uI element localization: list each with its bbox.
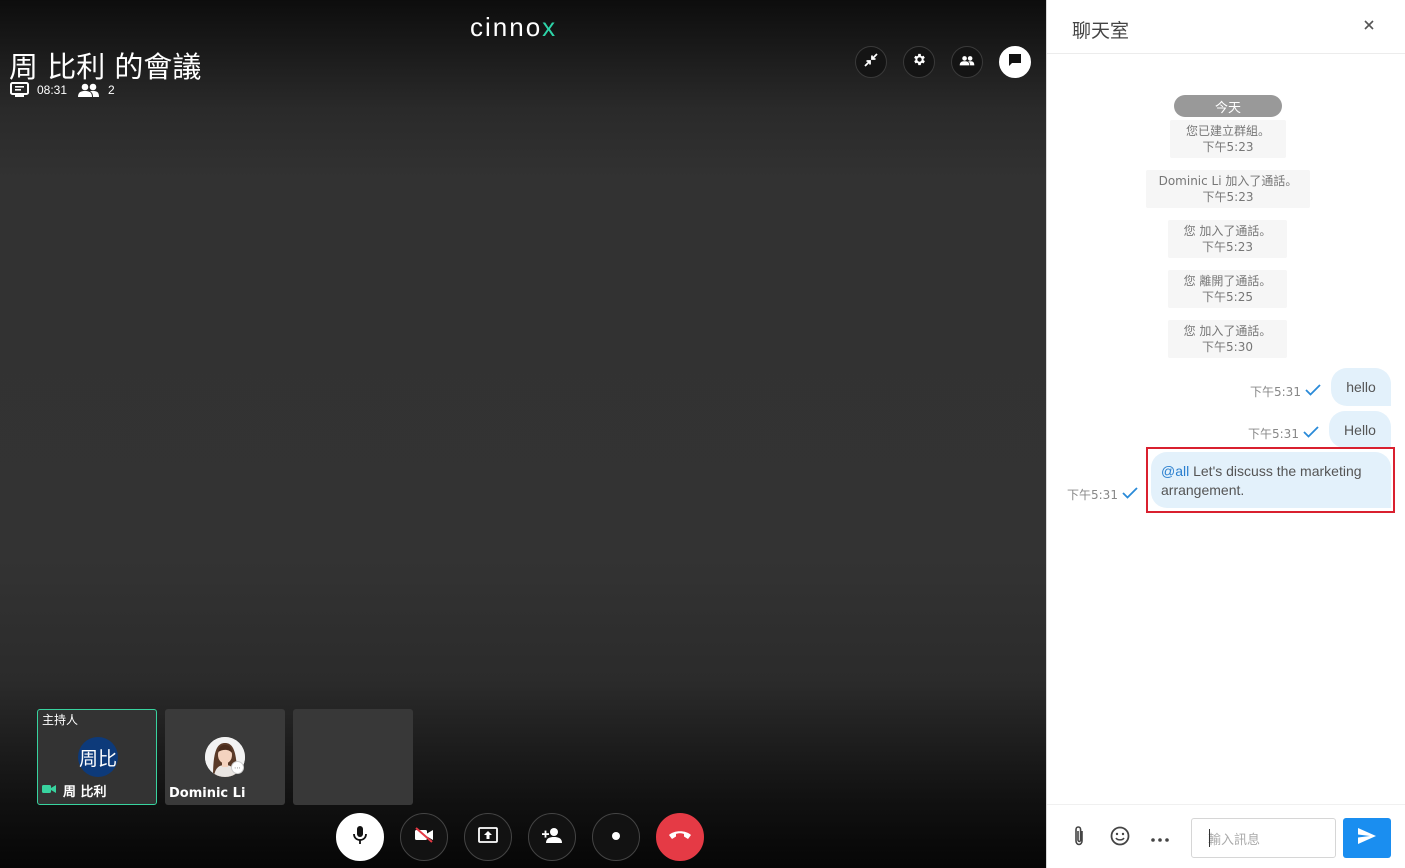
emoji-button[interactable] bbox=[1109, 826, 1131, 851]
meeting-duration: 08:31 bbox=[37, 83, 68, 97]
checkmark-icon bbox=[1299, 426, 1319, 441]
system-message: 您 離開了通話。 下午5:25 bbox=[1168, 270, 1287, 308]
send-icon bbox=[1357, 827, 1377, 850]
logo-accent: x bbox=[542, 12, 558, 42]
attach-button[interactable] bbox=[1068, 825, 1090, 852]
close-chat-button[interactable] bbox=[1361, 17, 1377, 33]
system-message-time: 下午5:30 bbox=[1202, 340, 1253, 354]
people-icon bbox=[959, 53, 975, 71]
add-participant-button[interactable] bbox=[528, 813, 576, 861]
system-message-text: 您已建立群組。 bbox=[1185, 124, 1270, 138]
settings-button[interactable] bbox=[903, 46, 935, 78]
logo-text: cinno bbox=[470, 12, 543, 42]
participant-tile[interactable]: ⋯ Dominic Li bbox=[165, 709, 285, 805]
checkmark-icon bbox=[1118, 487, 1138, 502]
message-time-text: 下午5:31 bbox=[1067, 488, 1118, 502]
video-toggle-button[interactable] bbox=[400, 813, 448, 861]
system-message: 您已建立群組。 下午5:23 bbox=[1170, 120, 1286, 158]
smiley-icon bbox=[1110, 826, 1130, 851]
participant-name: Dominic Li bbox=[169, 786, 246, 801]
microphone-icon bbox=[352, 825, 368, 850]
system-message-text: Dominic Li 加入了通話。 bbox=[1158, 174, 1298, 188]
video-camera-icon bbox=[42, 783, 56, 798]
app: cinnox 周 比利 的會議 08:31 2 主持人 周比 周 比利 ⋯ Do… bbox=[0, 0, 1405, 868]
meeting-title: 周 比利 的會議 bbox=[9, 50, 202, 84]
hang-up-button[interactable] bbox=[656, 813, 704, 861]
checkmark-icon bbox=[1301, 384, 1321, 399]
mute-button[interactable] bbox=[336, 813, 384, 861]
more-options-button[interactable] bbox=[1149, 827, 1171, 849]
meeting-meta: 08:31 2 bbox=[10, 82, 115, 98]
host-label: 主持人 bbox=[42, 713, 79, 727]
system-message-time: 下午5:23 bbox=[1202, 240, 1253, 254]
paperclip-icon bbox=[1072, 825, 1086, 852]
message-bubble: Hello bbox=[1329, 411, 1391, 448]
message-input-placeholder: 輸入訊息 bbox=[1208, 833, 1261, 848]
message-bubble: hello bbox=[1331, 368, 1391, 406]
system-message-text: 您 加入了通話。 bbox=[1183, 324, 1272, 338]
text-caret bbox=[1209, 829, 1210, 847]
system-message: 您 加入了通話。 下午5:30 bbox=[1168, 320, 1287, 358]
collapse-arrows-icon bbox=[864, 52, 878, 72]
participant-tile-host[interactable]: 主持人 周比 周 比利 bbox=[37, 709, 157, 805]
avatar: 周比 bbox=[78, 737, 118, 777]
participants-button[interactable] bbox=[951, 46, 983, 78]
send-button[interactable] bbox=[1343, 818, 1391, 858]
minimize-button[interactable] bbox=[855, 46, 887, 78]
record-button[interactable] bbox=[592, 813, 640, 861]
day-separator: 今天 bbox=[1174, 95, 1282, 117]
record-icon bbox=[611, 828, 621, 846]
participant-name-text: 周 比利 bbox=[63, 785, 107, 800]
chat-bubble-icon bbox=[1008, 53, 1022, 72]
message-time-text: 下午5:31 bbox=[1250, 385, 1301, 399]
system-message-time: 下午5:25 bbox=[1202, 290, 1253, 304]
screen-share-icon bbox=[10, 82, 29, 98]
chat-header: 聊天室 bbox=[1047, 0, 1405, 54]
logo: cinnox bbox=[470, 12, 574, 42]
participant-name: 周 比利 bbox=[42, 781, 107, 800]
video-off-icon bbox=[414, 826, 434, 848]
message-composer: 輸入訊息 bbox=[1047, 804, 1405, 868]
message-timestamp: 下午5:31 bbox=[1248, 425, 1319, 442]
message-timestamp: 下午5:31 bbox=[1067, 486, 1138, 503]
chat-toggle-button[interactable] bbox=[999, 46, 1031, 78]
system-message-time: 下午5:23 bbox=[1202, 190, 1254, 204]
close-icon bbox=[1361, 20, 1377, 37]
participant-tile-empty bbox=[293, 709, 413, 805]
message-timestamp: 下午5:31 bbox=[1250, 383, 1321, 400]
gear-icon bbox=[912, 52, 927, 72]
message-input[interactable]: 輸入訊息 bbox=[1191, 818, 1336, 858]
system-message: Dominic Li 加入了通話。 下午5:23 bbox=[1146, 170, 1310, 208]
people-icon bbox=[77, 83, 100, 97]
chat-panel: 聊天室 今天 您已建立群組。 下午5:23 Dominic Li 加入了通話。 … bbox=[1046, 0, 1405, 868]
system-message-text: 您 加入了通話。 bbox=[1183, 224, 1272, 238]
chat-title: 聊天室 bbox=[1072, 20, 1130, 42]
phone-hangup-icon bbox=[668, 828, 692, 846]
system-message-text: 您 離開了通話。 bbox=[1183, 274, 1272, 288]
system-message: 您 加入了通話。 下午5:23 bbox=[1168, 220, 1287, 258]
system-message-time: 下午5:23 bbox=[1202, 140, 1254, 154]
share-screen-button[interactable] bbox=[464, 813, 512, 861]
more-horizontal-icon bbox=[1151, 829, 1169, 847]
more-icon: ⋯ bbox=[231, 761, 244, 774]
share-screen-icon bbox=[478, 826, 498, 848]
participant-count: 2 bbox=[108, 83, 115, 97]
highlight-box bbox=[1146, 447, 1395, 513]
add-person-icon bbox=[541, 827, 563, 848]
video-stage: cinnox 周 比利 的會議 08:31 2 主持人 周比 周 比利 ⋯ Do… bbox=[0, 0, 1046, 868]
message-time-text: 下午5:31 bbox=[1248, 427, 1299, 441]
